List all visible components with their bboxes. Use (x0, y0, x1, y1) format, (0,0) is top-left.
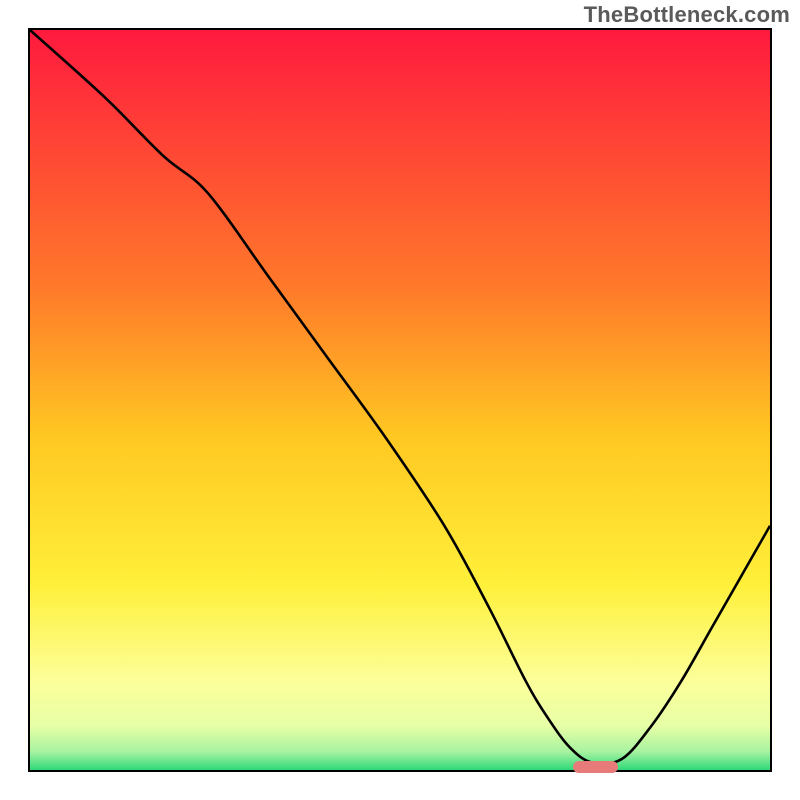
watermark-text: TheBottleneck.com (584, 2, 790, 28)
plot-area (28, 28, 772, 772)
chart-frame: TheBottleneck.com (0, 0, 800, 800)
bottleneck-target-marker (573, 761, 618, 773)
bottleneck-curve (30, 30, 770, 764)
curve-layer (30, 30, 770, 770)
